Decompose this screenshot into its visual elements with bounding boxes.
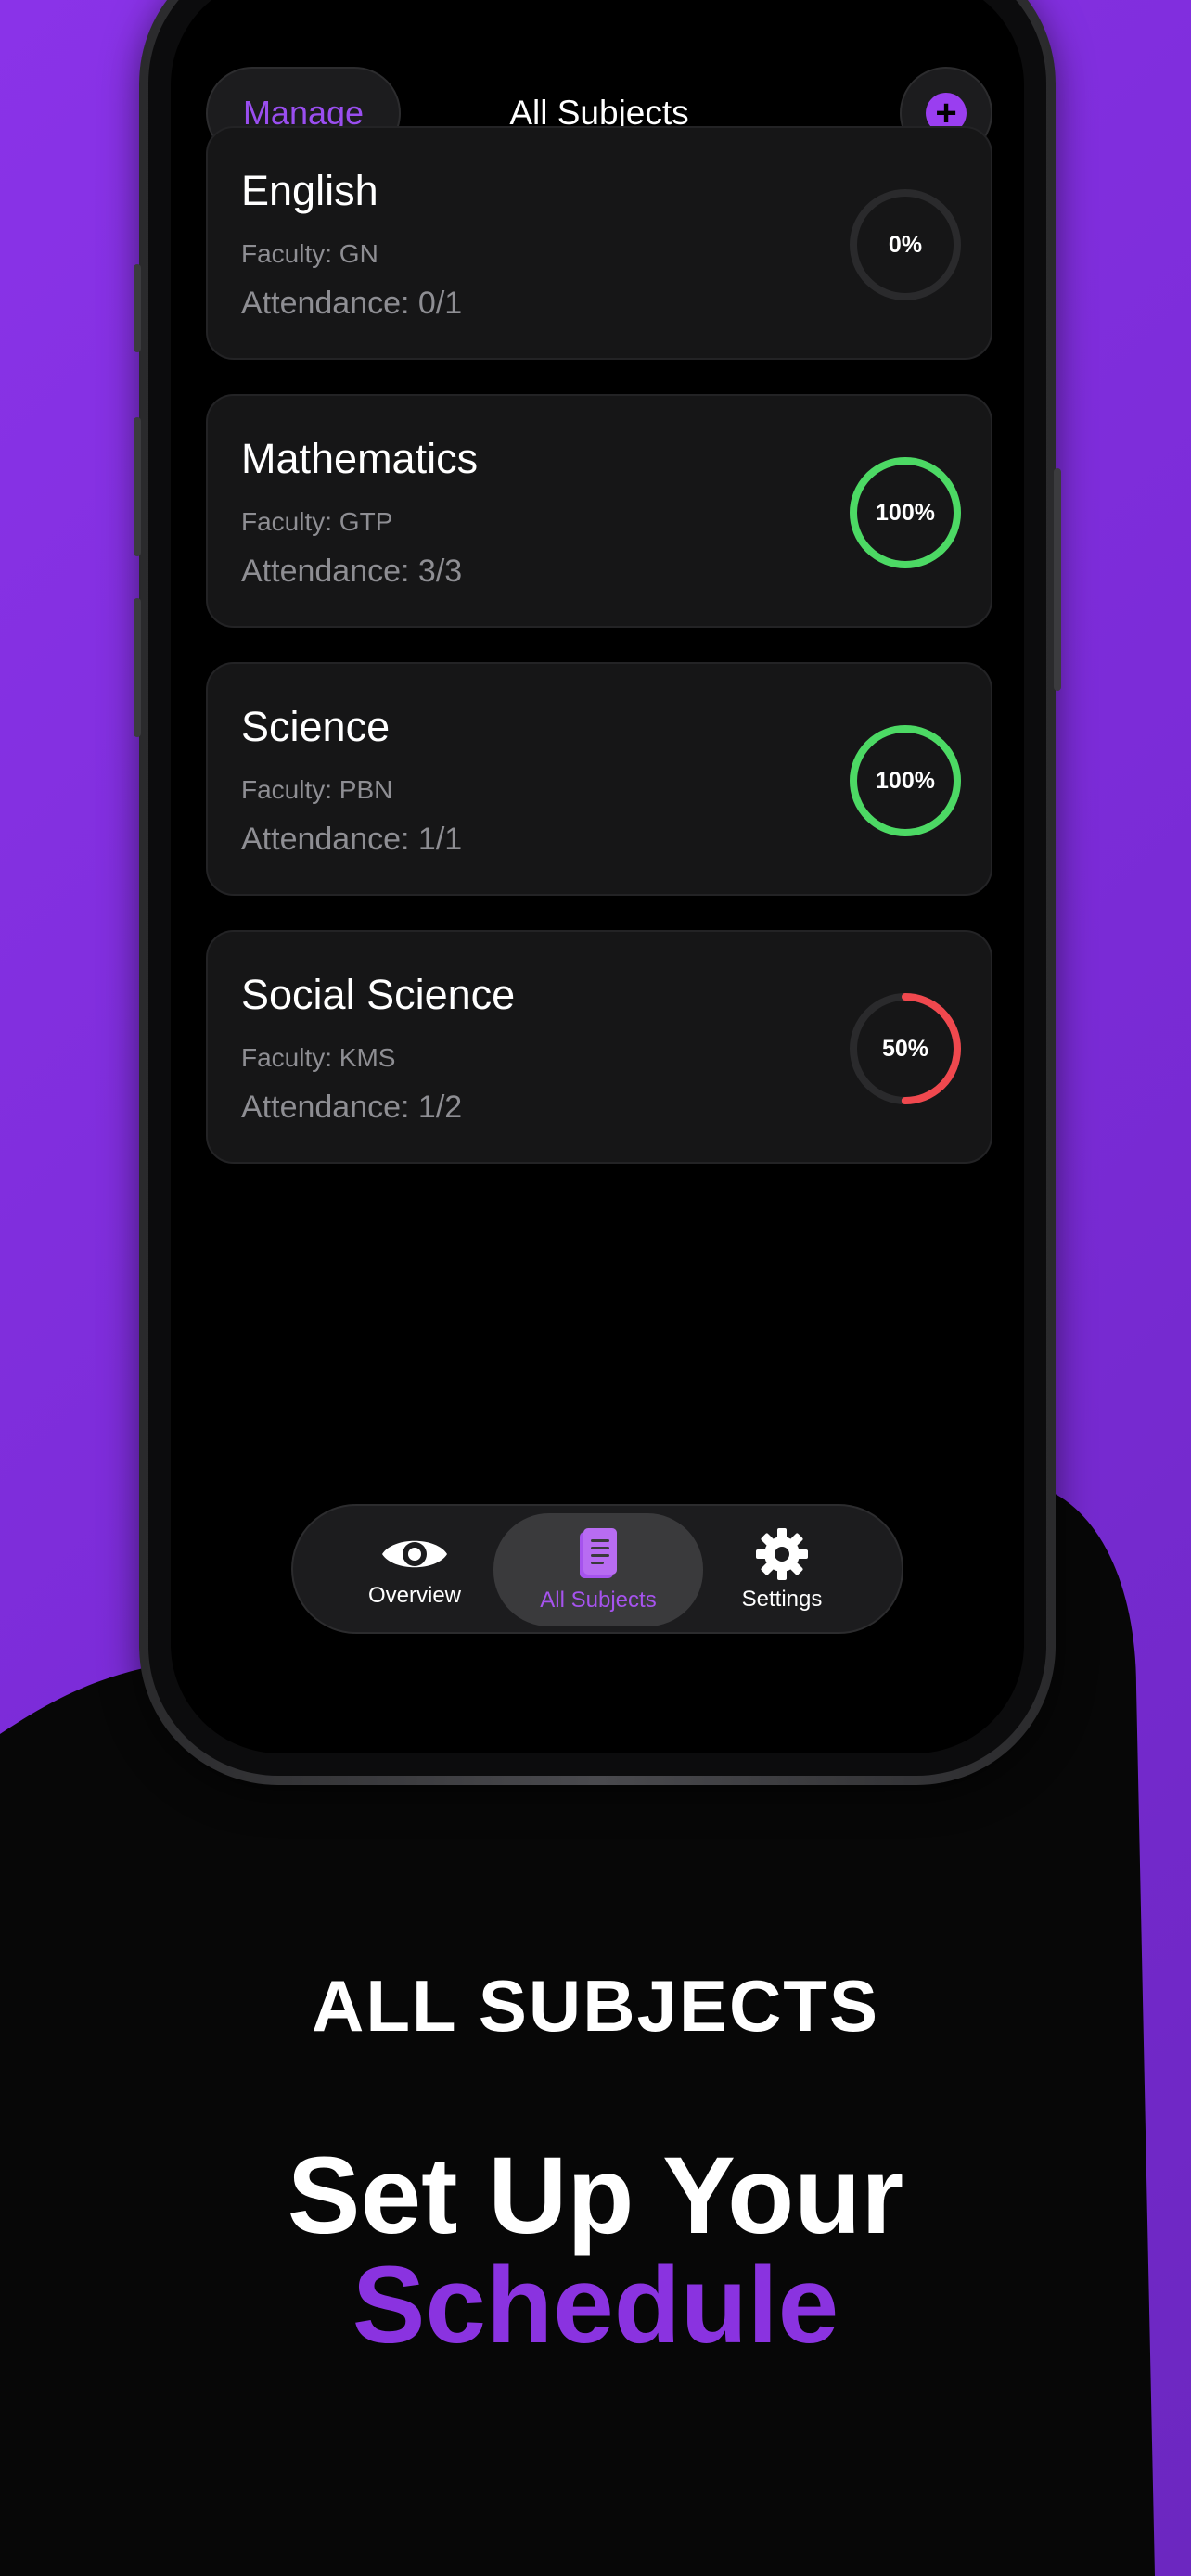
- attendance-percent: 0%: [888, 231, 923, 258]
- attendance-percent: 100%: [876, 499, 935, 526]
- promo-heading: ALL SUBJECTS: [312, 1965, 879, 2047]
- promo-title-line2: Schedule: [352, 2244, 839, 2366]
- phone-action-button: [134, 264, 141, 352]
- subject-card[interactable]: Science Faculty: PBN Attendance: 1/1 100…: [206, 662, 992, 896]
- eye-icon: [382, 1540, 447, 1568]
- subject-card[interactable]: Mathematics Faculty: GTP Attendance: 3/3…: [206, 394, 992, 628]
- subject-name: English: [241, 167, 378, 214]
- subject-faculty: Faculty: KMS: [241, 1043, 396, 1072]
- phone-volume-up-button: [134, 417, 141, 556]
- tab-overview[interactable]: Overview: [310, 1513, 519, 1626]
- tab-label: Overview: [367, 1583, 462, 1608]
- tab-bar: Overview All Subjects Settings: [291, 1504, 903, 1634]
- attendance-ring: 100%: [848, 723, 963, 838]
- subject-name: Science: [241, 703, 391, 750]
- gear-icon: [756, 1528, 808, 1580]
- phone-frame: Manage All Subjects + English Faculty: G…: [134, 0, 1061, 1785]
- subject-name: Mathematics: [241, 435, 479, 482]
- subject-name: Social Science: [241, 971, 516, 1018]
- subject-card[interactable]: English Faculty: GN Attendance: 0/1 0%: [206, 126, 992, 360]
- phone-power-button: [1054, 468, 1061, 691]
- book-icon: [580, 1528, 617, 1578]
- subject-faculty: Faculty: GTP: [241, 507, 393, 536]
- tab-label: Settings: [741, 1587, 823, 1612]
- attendance-percent: 100%: [876, 767, 935, 794]
- attendance-ring: 50%: [848, 991, 963, 1106]
- promo-title-line1: Set Up Your: [287, 2135, 904, 2257]
- attendance-ring: 0%: [848, 187, 963, 302]
- tab-settings[interactable]: Settings: [677, 1513, 887, 1626]
- subject-attendance: Attendance: 3/3: [241, 554, 463, 589]
- attendance-ring: 100%: [848, 455, 963, 570]
- tab-label: All Subjects: [540, 1588, 657, 1613]
- phone-volume-down-button: [134, 598, 141, 737]
- app-screen: Manage All Subjects + English Faculty: G…: [171, 0, 1024, 1753]
- subject-faculty: Faculty: PBN: [241, 775, 393, 804]
- subject-card[interactable]: Social Science Faculty: KMS Attendance: …: [206, 930, 992, 1164]
- subject-attendance: Attendance: 1/2: [241, 1090, 463, 1125]
- subject-attendance: Attendance: 1/1: [241, 822, 463, 857]
- subject-attendance: Attendance: 0/1: [241, 286, 463, 321]
- tab-all-subjects[interactable]: All Subjects: [493, 1513, 703, 1626]
- attendance-percent: 50%: [881, 1035, 929, 1062]
- subject-faculty: Faculty: GN: [241, 239, 378, 268]
